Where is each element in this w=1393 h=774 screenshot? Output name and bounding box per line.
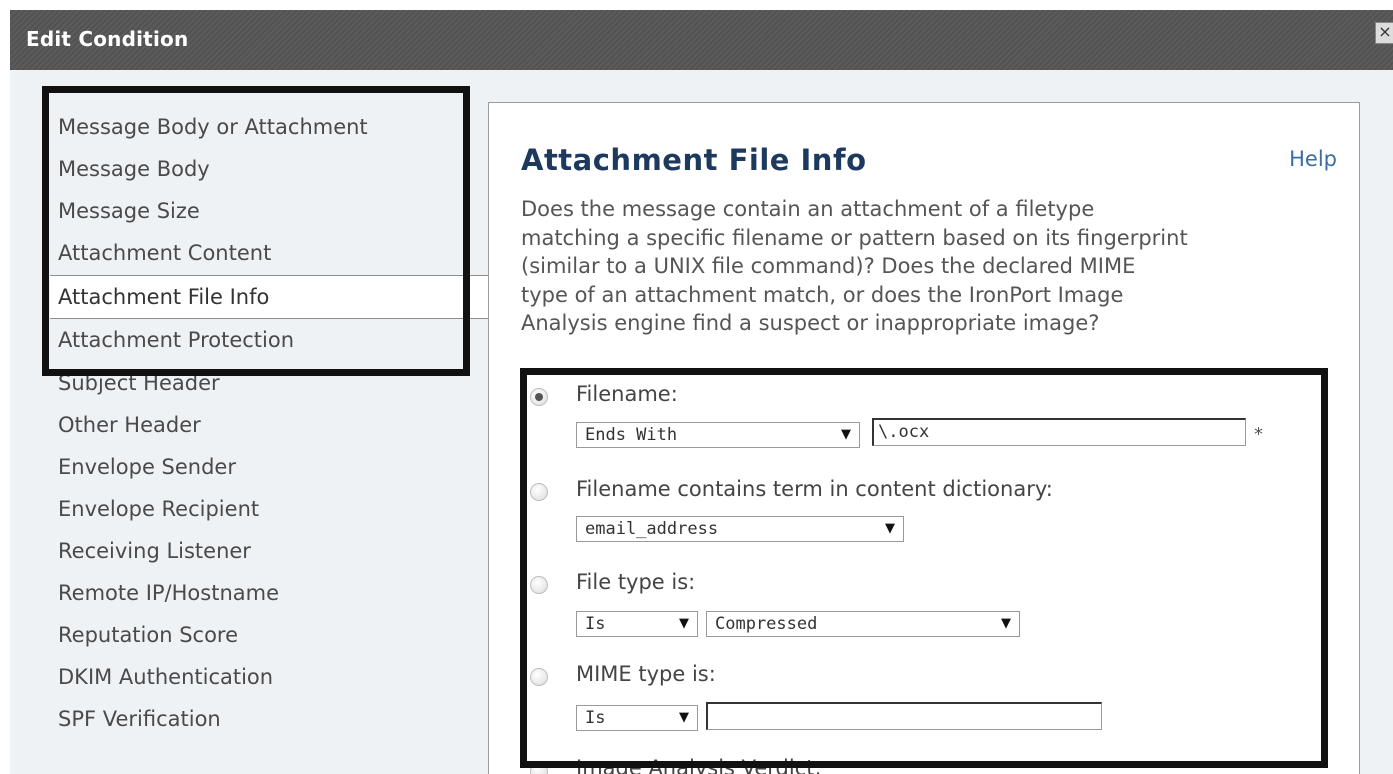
filetype-label: File type is: <box>576 570 696 594</box>
condition-item-attachment-content[interactable]: Attachment Content <box>50 233 490 273</box>
filename-operator-value: Ends With <box>585 425 678 445</box>
image-verdict-radio[interactable] <box>530 762 548 774</box>
chevron-down-icon: ▼ <box>679 710 689 725</box>
chevron-down-icon: ▼ <box>841 427 851 442</box>
edit-condition-dialog: Edit Condition × Message Body or Attachm… <box>10 10 1393 774</box>
condition-item-receiving-listener[interactable]: Receiving Listener <box>50 531 490 571</box>
condition-item-spf-verification[interactable]: SPF Verification <box>50 699 490 739</box>
dictionary-value: email_address <box>585 519 719 539</box>
condition-item-message-size[interactable]: Message Size <box>50 191 490 231</box>
description-line: Analysis engine find a suspect or inappr… <box>521 311 1100 335</box>
dictionary-select[interactable]: email_address ▼ <box>576 516 904 542</box>
filename-label: Filename: <box>576 382 678 406</box>
filename-operator-select[interactable]: Ends With ▼ <box>576 422 860 448</box>
mime-operator-select[interactable]: Is ▼ <box>576 705 698 731</box>
filetype-radio[interactable] <box>530 576 548 594</box>
description-line: type of an attachment match, or does the… <box>521 282 1124 307</box>
condition-item-envelope-sender[interactable]: Envelope Sender <box>50 447 490 487</box>
filetype-operator-value: Is <box>585 614 606 634</box>
condition-item-dkim-authentication[interactable]: DKIM Authentication <box>50 657 490 697</box>
filetype-operator-select[interactable]: Is ▼ <box>576 611 698 637</box>
chevron-down-icon: ▼ <box>1001 616 1011 631</box>
help-link[interactable]: Help <box>1289 147 1337 171</box>
filename-pattern-input[interactable]: \.ocx <box>872 418 1246 446</box>
mime-operator-value: Is <box>585 708 606 728</box>
condition-item-subject-header[interactable]: Subject Header <box>50 363 490 403</box>
panel-title: Attachment File Info <box>521 143 867 177</box>
condition-item-reputation-score[interactable]: Reputation Score <box>50 615 490 655</box>
mime-type-input[interactable] <box>706 702 1102 730</box>
panel-description: Does the message contain an attachment o… <box>521 195 1351 338</box>
required-marker: * <box>1254 424 1263 445</box>
condition-item-message-body-or-attachment[interactable]: Message Body or Attachment <box>50 107 490 147</box>
filetype-select[interactable]: Compressed ▼ <box>706 611 1020 637</box>
dictionary-label: Filename contains term in content dictio… <box>576 477 1053 501</box>
condition-item-attachment-file-info[interactable]: Attachment File Info <box>50 275 490 319</box>
dictionary-radio[interactable] <box>530 483 548 501</box>
condition-item-remote-ip-hostname[interactable]: Remote IP/Hostname <box>50 573 490 613</box>
condition-item-envelope-recipient[interactable]: Envelope Recipient <box>50 489 490 529</box>
chevron-down-icon: ▼ <box>885 521 895 536</box>
condition-item-other-header[interactable]: Other Header <box>50 405 490 445</box>
image-verdict-label: Image Analysis Verdict: <box>576 756 822 774</box>
chevron-down-icon: ▼ <box>679 616 689 631</box>
filetype-value: Compressed <box>715 614 818 634</box>
filename-radio[interactable] <box>530 388 548 406</box>
condition-item-attachment-protection[interactable]: Attachment Protection <box>50 320 490 360</box>
close-icon[interactable]: × <box>1375 22 1393 44</box>
mime-label: MIME type is: <box>576 662 716 686</box>
description-line: matching a specific filename or pattern … <box>521 225 1188 250</box>
description-line: Does the message contain an attachment o… <box>521 197 1095 221</box>
dialog-title: Edit Condition <box>26 27 189 51</box>
mime-radio[interactable] <box>530 668 548 686</box>
condition-item-message-body[interactable]: Message Body <box>50 149 490 189</box>
dialog-titlebar: Edit Condition × <box>10 10 1393 70</box>
description-line: (similar to a UNIX file command)? Does t… <box>521 254 1136 278</box>
